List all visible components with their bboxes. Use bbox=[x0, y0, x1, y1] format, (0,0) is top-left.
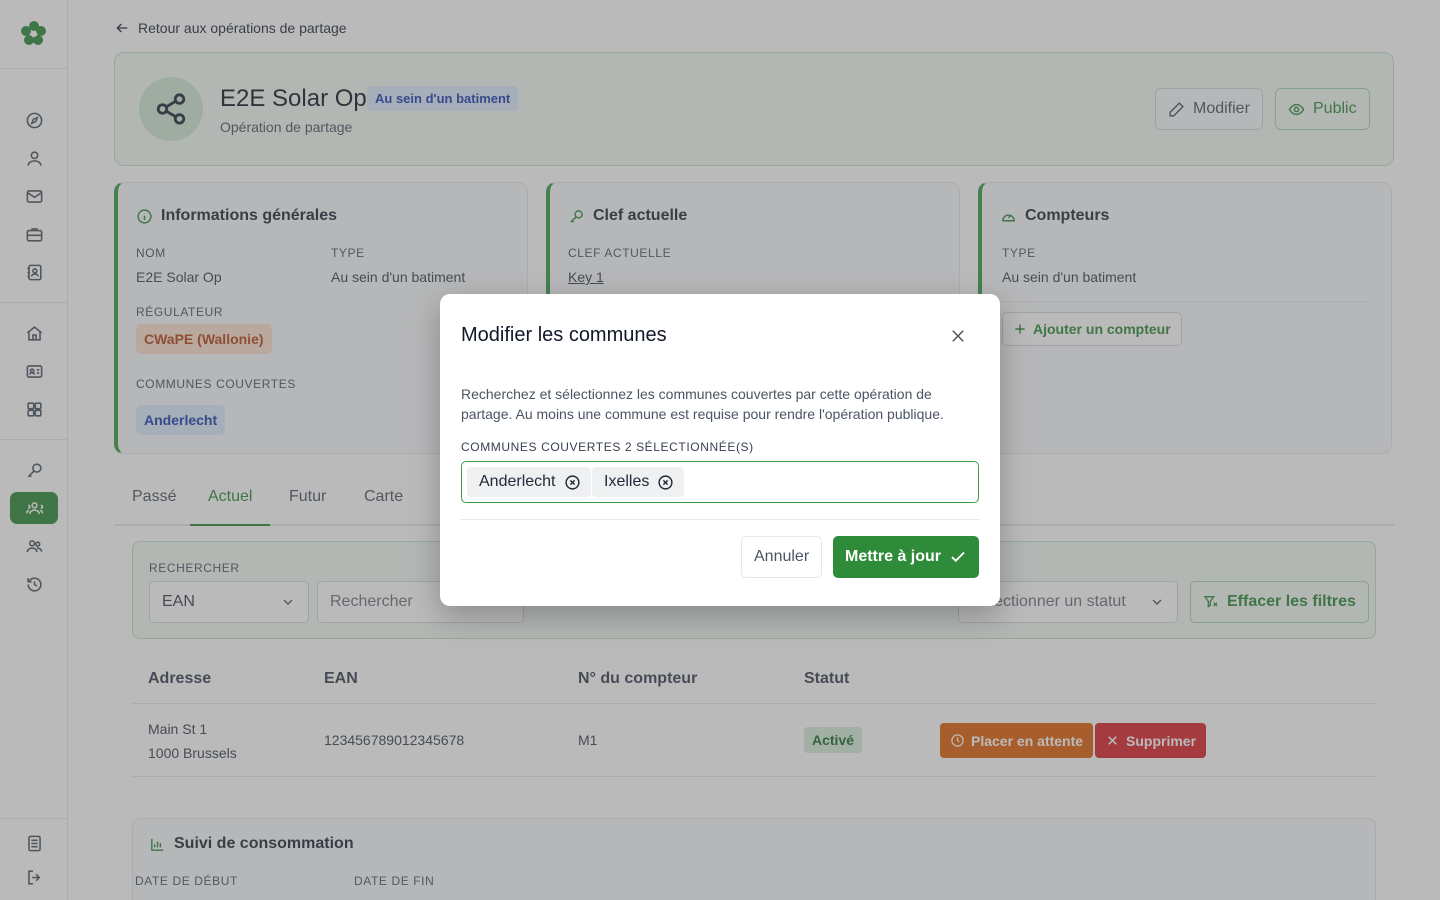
dialog-description: Recherchez et sélectionnez les communes … bbox=[461, 386, 944, 422]
close-dialog-button[interactable] bbox=[946, 324, 970, 348]
edit-communes-dialog: Modifier les communes Recherchez et séle… bbox=[440, 294, 1000, 606]
communes-multiselect[interactable]: Anderlecht Ixelles bbox=[461, 461, 979, 503]
cancel-button[interactable]: Annuler bbox=[741, 536, 823, 578]
close-icon bbox=[952, 330, 964, 342]
check-icon bbox=[951, 551, 965, 563]
commune-chip-label: Ixelles bbox=[604, 473, 650, 490]
dialog-divider bbox=[461, 519, 979, 520]
remove-chip-icon[interactable] bbox=[657, 474, 674, 491]
update-button-label: Mettre à jour bbox=[845, 548, 942, 565]
communes-field-label: COMMUNES COUVERTES 2 SÉLECTIONNÉE(S) bbox=[461, 440, 754, 454]
commune-chip-label: Anderlecht bbox=[479, 473, 556, 490]
update-button[interactable]: Mettre à jour bbox=[833, 536, 980, 578]
remove-chip-icon[interactable] bbox=[564, 474, 581, 491]
commune-chip: Anderlecht bbox=[467, 467, 591, 497]
dialog-title: Modifier les communes bbox=[461, 324, 667, 346]
commune-chip: Ixelles bbox=[592, 467, 685, 497]
